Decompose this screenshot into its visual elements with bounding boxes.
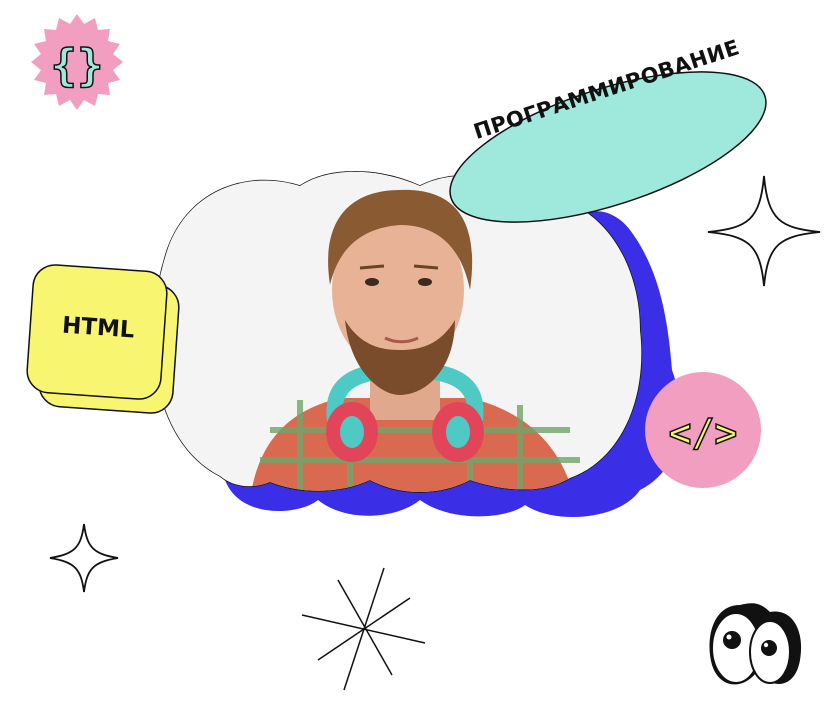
code-tag-glyph: </> [669,411,738,455]
promo-illustration: {} </> ПРОГРАММИРОВАНИЕ HTML [0,0,839,721]
code-tag-icon: </> [645,372,761,488]
asterisk-icon [301,567,426,691]
curly-braces-glyph: {} [51,40,104,91]
sparkle-icon [49,523,119,593]
curly-braces-icon: {} [31,14,123,110]
eyes-icon [709,603,802,685]
html-tag-label: HTML [61,312,136,344]
sparkle-icon [707,175,821,287]
illustration-canvas: {} </> [26,14,821,691]
